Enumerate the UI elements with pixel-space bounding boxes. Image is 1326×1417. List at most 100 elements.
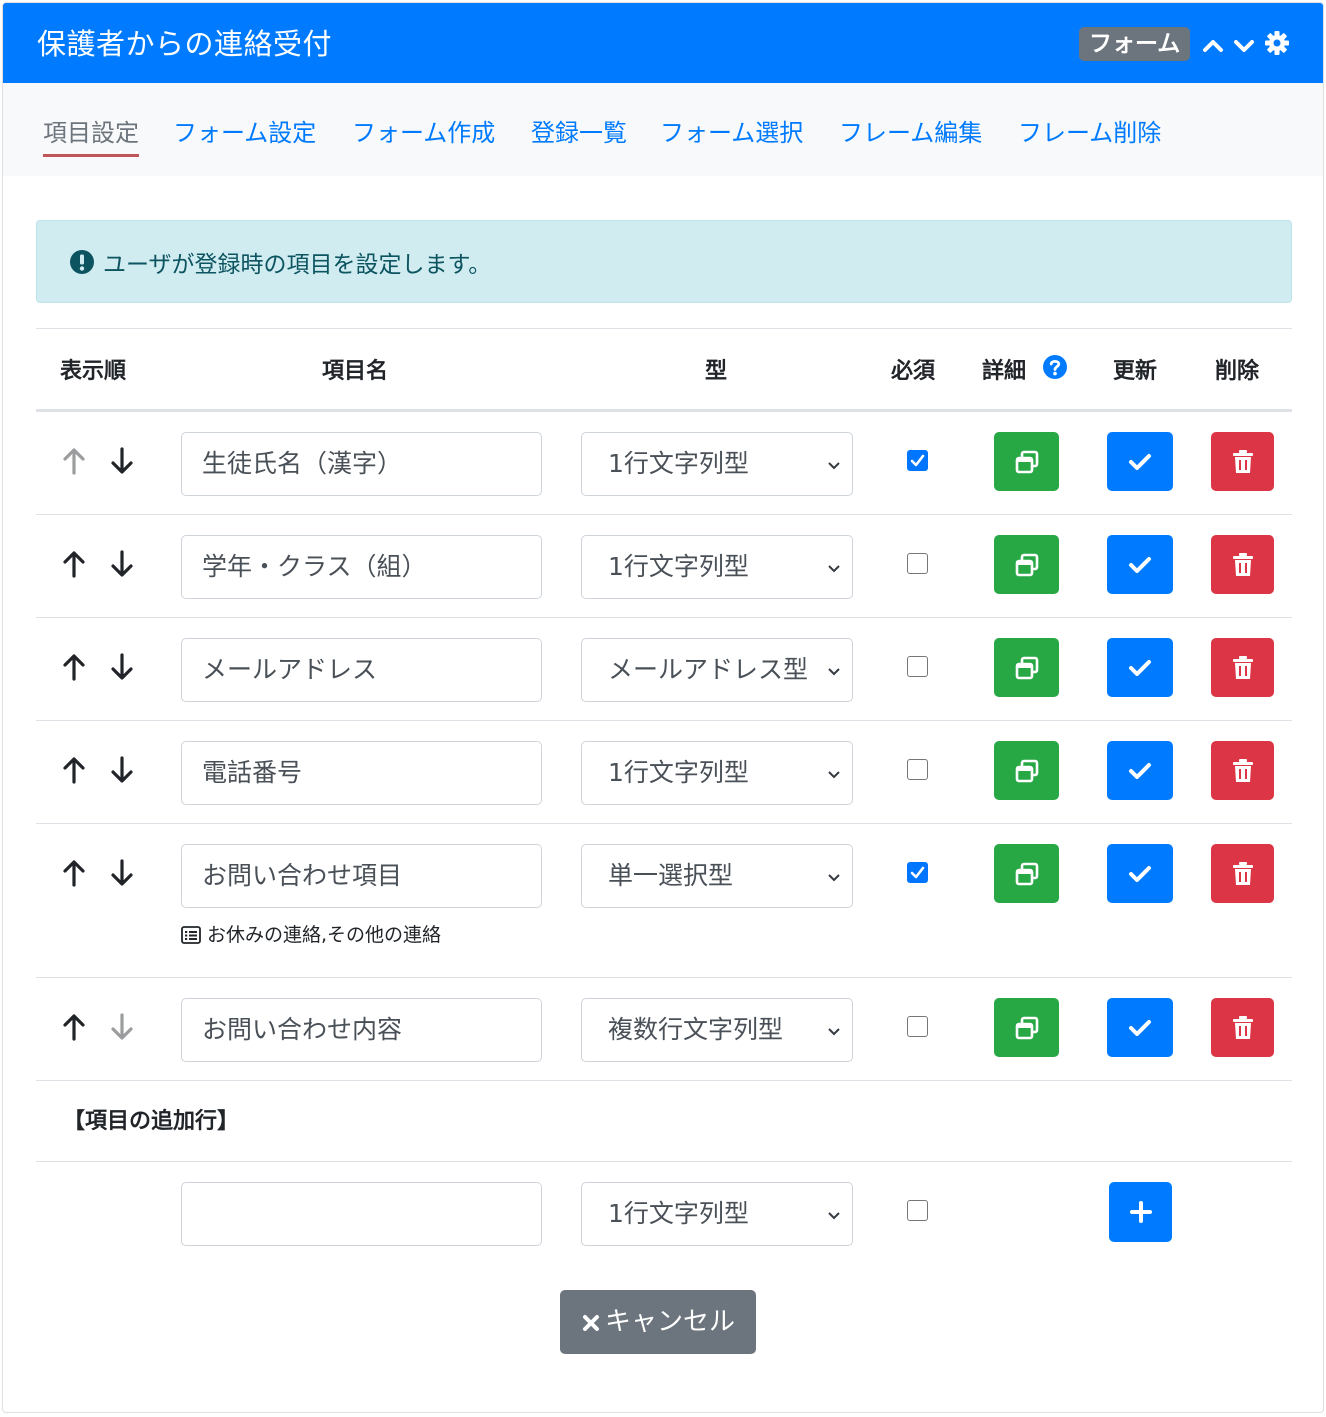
trash-icon	[1232, 1015, 1253, 1039]
window-restore-icon	[1015, 450, 1038, 473]
detail-button[interactable]	[994, 741, 1059, 800]
required-checkbox[interactable]	[907, 656, 928, 677]
update-button[interactable]	[1107, 638, 1173, 697]
arrow-up-icon[interactable]	[60, 652, 88, 682]
detail-button[interactable]	[994, 535, 1059, 594]
chevron-down-icon[interactable]	[1231, 33, 1257, 59]
new-item-required-checkbox[interactable]	[907, 1200, 928, 1221]
arrow-down-icon[interactable]	[108, 549, 136, 579]
item-type-select[interactable]: 複数行文字列型	[581, 998, 853, 1062]
update-button[interactable]	[1107, 535, 1173, 594]
arrow-down-icon[interactable]	[108, 858, 136, 888]
trash-icon	[1232, 758, 1253, 782]
window-restore-icon	[1015, 862, 1038, 885]
new-item-type-select[interactable]: 1行文字列型	[581, 1182, 853, 1246]
delete-button[interactable]	[1211, 432, 1274, 491]
update-button[interactable]	[1107, 741, 1173, 800]
item-name-input[interactable]: 学年・クラス（組）	[181, 535, 542, 599]
tab-frame-edit[interactable]: フレーム編集	[839, 113, 982, 148]
add-item-row: 1行文字列型	[36, 1162, 1292, 1266]
chevron-up-icon[interactable]	[1200, 33, 1226, 59]
delete-button[interactable]	[1211, 741, 1274, 800]
required-checkbox[interactable]	[907, 450, 928, 471]
delete-button[interactable]	[1211, 998, 1274, 1057]
plus-icon	[1129, 1201, 1152, 1223]
add-item-button[interactable]	[1109, 1182, 1172, 1242]
required-checkbox[interactable]	[907, 553, 928, 574]
item-type-value: 1行文字列型	[608, 758, 749, 787]
item-type-select[interactable]: 1行文字列型	[581, 432, 853, 496]
item-type-value: 1行文字列型	[608, 552, 749, 581]
add-row-heading: 【項目の追加行】	[36, 1081, 1292, 1162]
new-item-name-input[interactable]	[181, 1182, 542, 1246]
trash-icon	[1232, 655, 1253, 679]
item-type-value: メールアドレス型	[608, 655, 809, 684]
item-name-input[interactable]: お問い合わせ内容	[181, 998, 542, 1062]
frame-header: 保護者からの連絡受付 フォーム	[3, 3, 1323, 83]
item-name-input[interactable]: メールアドレス	[181, 638, 542, 702]
required-checkbox[interactable]	[907, 1016, 928, 1037]
item-name-input[interactable]: 生徒氏名（漢字）	[181, 432, 542, 496]
table-row: 学年・クラス（組） 1行文字列型	[36, 515, 1292, 618]
detail-button[interactable]	[994, 432, 1059, 491]
question-circle-icon[interactable]	[1042, 354, 1068, 380]
item-name-input[interactable]: 電話番号	[181, 741, 542, 805]
tab-registration-list[interactable]: 登録一覧	[531, 113, 627, 148]
frame-title: 保護者からの連絡受付	[37, 27, 333, 61]
tab-frame-delete[interactable]: フレーム削除	[1018, 113, 1161, 148]
check-icon	[1129, 1019, 1151, 1036]
window-restore-icon	[1015, 656, 1038, 679]
detail-button[interactable]	[994, 638, 1059, 697]
item-type-select[interactable]: メールアドレス型	[581, 638, 853, 702]
tab-form-settings[interactable]: フォーム設定	[173, 113, 316, 148]
cancel-label: キャンセル	[604, 1307, 735, 1337]
trash-icon	[1232, 449, 1253, 473]
chevron-down-icon	[828, 668, 840, 676]
arrow-up-icon[interactable]	[60, 755, 88, 785]
table-row: お問い合わせ内容 複数行文字列型	[36, 978, 1292, 1081]
item-type-value: 複数行文字列型	[608, 1015, 784, 1044]
item-name-input[interactable]: お問い合わせ項目	[181, 844, 542, 908]
arrow-up-icon[interactable]	[60, 1012, 88, 1042]
trash-icon	[1232, 552, 1253, 576]
item-type-select[interactable]: 1行文字列型	[581, 535, 853, 599]
window-restore-icon	[1015, 1016, 1038, 1039]
arrow-up-icon[interactable]	[60, 549, 88, 579]
add-row-label: 【項目の追加行】	[63, 1109, 240, 1134]
required-checkbox[interactable]	[907, 862, 928, 883]
detail-button[interactable]	[994, 998, 1059, 1057]
update-button[interactable]	[1107, 844, 1173, 903]
new-item-type-value: 1行文字列型	[608, 1199, 749, 1228]
check-icon	[1129, 762, 1151, 779]
chevron-down-icon	[828, 1212, 840, 1220]
item-type-value: 単一選択型	[608, 861, 734, 890]
delete-button[interactable]	[1211, 844, 1274, 903]
header-delete: 削除	[1215, 359, 1260, 384]
header-order: 表示順	[60, 359, 127, 384]
arrow-down-icon[interactable]	[108, 652, 136, 682]
arrow-down-icon[interactable]	[108, 755, 136, 785]
alert-text: ユーザが登録時の項目を設定します。	[103, 252, 492, 278]
check-icon	[1129, 453, 1151, 470]
gear-icon[interactable]	[1264, 30, 1290, 56]
table-row: 電話番号 1行文字列型	[36, 721, 1292, 824]
table-row: お問い合わせ項目 単一選択型 お休みの連絡,その他の連絡	[36, 824, 1292, 978]
delete-button[interactable]	[1211, 638, 1274, 697]
item-type-select[interactable]: 単一選択型	[581, 844, 853, 908]
header-required: 必須	[891, 359, 936, 384]
close-icon	[582, 1315, 599, 1331]
required-checkbox[interactable]	[907, 759, 928, 780]
update-button[interactable]	[1107, 432, 1173, 491]
arrow-up-icon[interactable]	[60, 858, 88, 888]
list-alt-icon	[181, 926, 201, 944]
arrow-down-icon[interactable]	[108, 446, 136, 476]
tab-item-settings[interactable]: 項目設定	[43, 113, 139, 157]
tab-form-select[interactable]: フォーム選択	[660, 113, 803, 148]
detail-button[interactable]	[994, 844, 1059, 903]
header-update: 更新	[1113, 359, 1158, 384]
update-button[interactable]	[1107, 998, 1173, 1057]
tab-form-create[interactable]: フォーム作成	[352, 113, 495, 148]
cancel-button[interactable]: キャンセル	[560, 1290, 756, 1354]
delete-button[interactable]	[1211, 535, 1274, 594]
item-type-select[interactable]: 1行文字列型	[581, 741, 853, 805]
